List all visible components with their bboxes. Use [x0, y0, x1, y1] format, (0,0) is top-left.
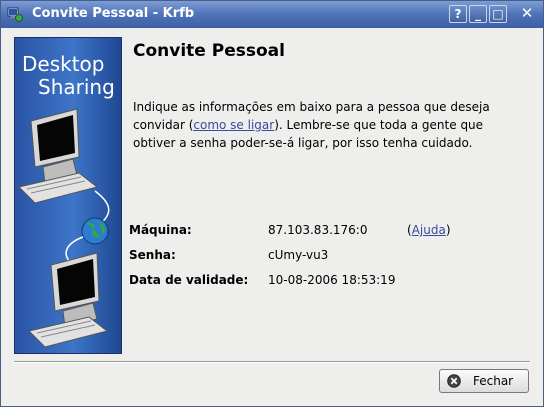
maximize-button[interactable]: □ — [489, 5, 507, 23]
help-title-button[interactable]: ? — [449, 5, 467, 23]
help-paren-close: ) — [445, 223, 451, 237]
computer-top-icon — [18, 108, 99, 204]
close-button-label: Fechar — [473, 374, 514, 388]
expiry-value: 10-08-2006 18:53:19 — [268, 273, 396, 287]
help-link[interactable]: Ajuda — [412, 223, 446, 237]
minimize-button[interactable]: _ — [469, 5, 487, 23]
close-button[interactable]: Fechar — [439, 369, 529, 393]
help-link-group: (Ajuda) — [407, 223, 451, 237]
page-title: Convite Pessoal — [133, 41, 285, 61]
instructions-text: Indique as informações em baixo para a p… — [133, 98, 513, 152]
network-computers-illustration — [18, 108, 110, 348]
krfb-app-icon[interactable] — [7, 6, 23, 22]
dialog-content: Desktop Sharing Convite Pessoal Indique … — [1, 28, 543, 406]
how-to-connect-link[interactable]: como se ligar — [193, 118, 274, 132]
password-label: Senha: — [129, 248, 176, 262]
desktop-sharing-banner: Desktop Sharing — [14, 37, 122, 354]
close-circle-icon — [447, 374, 461, 388]
computer-bottom-icon — [28, 252, 109, 348]
title-bar[interactable]: Convite Pessoal - Krfb ? _ □ ✕ — [1, 1, 543, 28]
password-value: cUmy-vu3 — [268, 248, 329, 262]
globe-icon — [81, 217, 109, 245]
close-window-button[interactable]: ✕ — [518, 5, 536, 23]
footer-separator — [14, 361, 530, 363]
krfb-invitation-window: Convite Pessoal - Krfb ? _ □ ✕ Desktop S… — [0, 0, 544, 407]
machine-label: Máquina: — [129, 223, 192, 237]
expiry-label: Data de validade: — [129, 273, 249, 287]
banner-title-line2: Sharing — [38, 75, 115, 99]
machine-value: 87.103.83.176:0 — [268, 223, 368, 237]
banner-title-line1: Desktop — [22, 52, 105, 76]
window-title: Convite Pessoal - Krfb — [32, 6, 195, 21]
